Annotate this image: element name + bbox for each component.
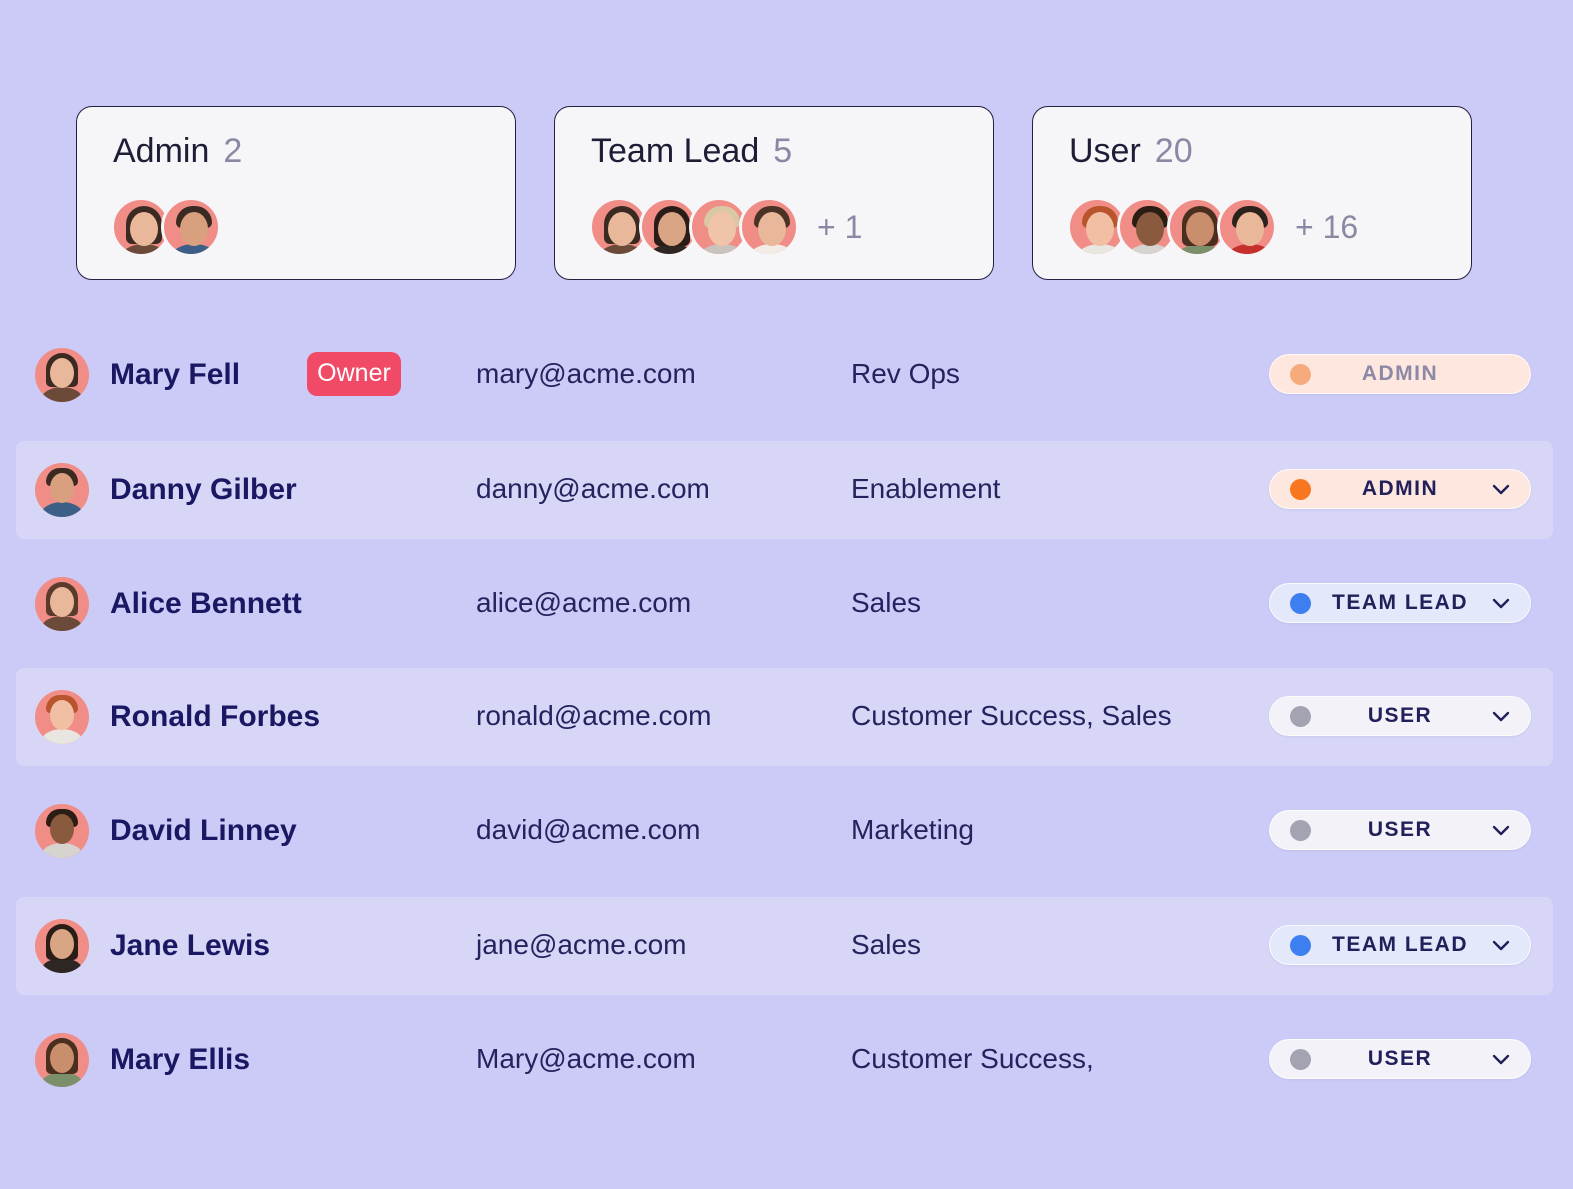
role-label: ADMIN bbox=[1361, 477, 1439, 500]
avatar bbox=[1217, 197, 1277, 257]
avatar-stack bbox=[111, 195, 221, 259]
role-label: USER bbox=[1367, 704, 1433, 727]
table-row[interactable]: Mary Fell Owner mary@acme.com Rev Ops AD… bbox=[16, 326, 1553, 424]
user-team: Sales bbox=[851, 587, 922, 618]
table-row[interactable]: Alice Bennett alice@acme.com Sales TEAM … bbox=[16, 555, 1553, 653]
avatar bbox=[35, 919, 89, 973]
role-label: USER bbox=[1367, 818, 1433, 841]
user-email: Mary@acme.com bbox=[476, 1043, 696, 1074]
role-card-team-lead[interactable]: Team Lead 5 + 1 bbox=[554, 106, 994, 280]
table-row[interactable]: Danny Gilber danny@acme.com Enablement A… bbox=[16, 441, 1553, 539]
avatar bbox=[35, 1033, 89, 1087]
role-select[interactable]: USER bbox=[1269, 696, 1531, 736]
user-team: Customer Success, bbox=[851, 1043, 1094, 1074]
status-dot bbox=[1290, 706, 1311, 727]
role-badge: ADMIN bbox=[1269, 354, 1531, 394]
user-name: Danny Gilber bbox=[110, 473, 297, 506]
role-card-count: 2 bbox=[223, 132, 243, 170]
avatar bbox=[35, 348, 89, 402]
user-team: Customer Success, Sales bbox=[851, 700, 1172, 731]
user-email: danny@acme.com bbox=[476, 473, 710, 504]
avatar-stack: + 16 bbox=[1067, 195, 1358, 259]
role-card-count: 20 bbox=[1154, 132, 1193, 170]
user-email: mary@acme.com bbox=[476, 358, 696, 389]
role-card-title: Admin 2 bbox=[113, 132, 243, 170]
role-card-title: Team Lead 5 bbox=[591, 132, 793, 170]
user-team: Enablement bbox=[851, 473, 1001, 504]
role-label: TEAM LEAD bbox=[1332, 933, 1468, 956]
user-team: Sales bbox=[851, 929, 922, 960]
user-name: David Linney bbox=[110, 814, 297, 847]
status-dot bbox=[1290, 479, 1311, 500]
table-row[interactable]: Ronald Forbes ronald@acme.com Customer S… bbox=[16, 668, 1553, 766]
user-name: Ronald Forbes bbox=[110, 700, 321, 733]
chevron-down-icon bbox=[1492, 484, 1510, 495]
avatar bbox=[35, 577, 89, 631]
role-card-count: 5 bbox=[773, 132, 793, 170]
role-label: ADMIN bbox=[1361, 362, 1439, 385]
role-card-admin[interactable]: Admin 2 bbox=[76, 106, 516, 280]
user-team: Marketing bbox=[851, 814, 974, 845]
table-row[interactable]: David Linney david@acme.com Marketing US… bbox=[16, 782, 1553, 880]
user-email: david@acme.com bbox=[476, 814, 701, 845]
user-name: Jane Lewis bbox=[110, 929, 271, 962]
chevron-down-icon bbox=[1492, 711, 1510, 722]
chevron-down-icon bbox=[1492, 940, 1510, 951]
avatar-stack: + 1 bbox=[589, 195, 862, 259]
role-select[interactable]: USER bbox=[1269, 810, 1531, 850]
avatar bbox=[35, 463, 89, 517]
role-select[interactable]: TEAM LEAD bbox=[1269, 583, 1531, 623]
user-email: jane@acme.com bbox=[476, 929, 687, 960]
user-name: Alice Bennett bbox=[110, 587, 302, 620]
table-row[interactable]: Mary Ellis Mary@acme.com Customer Succes… bbox=[16, 1011, 1553, 1109]
role-select[interactable]: USER bbox=[1269, 1039, 1531, 1079]
more-count: + 16 bbox=[1295, 208, 1359, 245]
avatar bbox=[35, 804, 89, 858]
user-email: alice@acme.com bbox=[476, 587, 692, 618]
user-name: Mary Ellis bbox=[110, 1043, 251, 1076]
more-count: + 1 bbox=[817, 208, 863, 245]
status-dot bbox=[1290, 364, 1311, 385]
role-label: TEAM LEAD bbox=[1332, 591, 1468, 614]
user-team: Rev Ops bbox=[851, 358, 960, 389]
avatar bbox=[35, 690, 89, 744]
status-dot bbox=[1290, 1049, 1311, 1070]
owner-badge: Owner bbox=[307, 352, 401, 396]
role-card-user[interactable]: User 20 + 16 bbox=[1032, 106, 1472, 280]
status-dot bbox=[1290, 935, 1311, 956]
status-dot bbox=[1290, 593, 1311, 614]
role-select[interactable]: ADMIN bbox=[1269, 469, 1531, 509]
chevron-down-icon bbox=[1492, 1054, 1510, 1065]
status-dot bbox=[1290, 820, 1311, 841]
user-email: ronald@acme.com bbox=[476, 700, 712, 731]
role-label: USER bbox=[1367, 1047, 1433, 1070]
chevron-down-icon bbox=[1492, 825, 1510, 836]
role-select[interactable]: TEAM LEAD bbox=[1269, 925, 1531, 965]
table-row[interactable]: Jane Lewis jane@acme.com Sales TEAM LEAD bbox=[16, 897, 1553, 995]
avatar bbox=[161, 197, 221, 257]
chevron-down-icon bbox=[1492, 598, 1510, 609]
role-card-title: User 20 bbox=[1069, 132, 1193, 170]
user-name: Mary Fell bbox=[110, 358, 241, 391]
avatar bbox=[739, 197, 799, 257]
